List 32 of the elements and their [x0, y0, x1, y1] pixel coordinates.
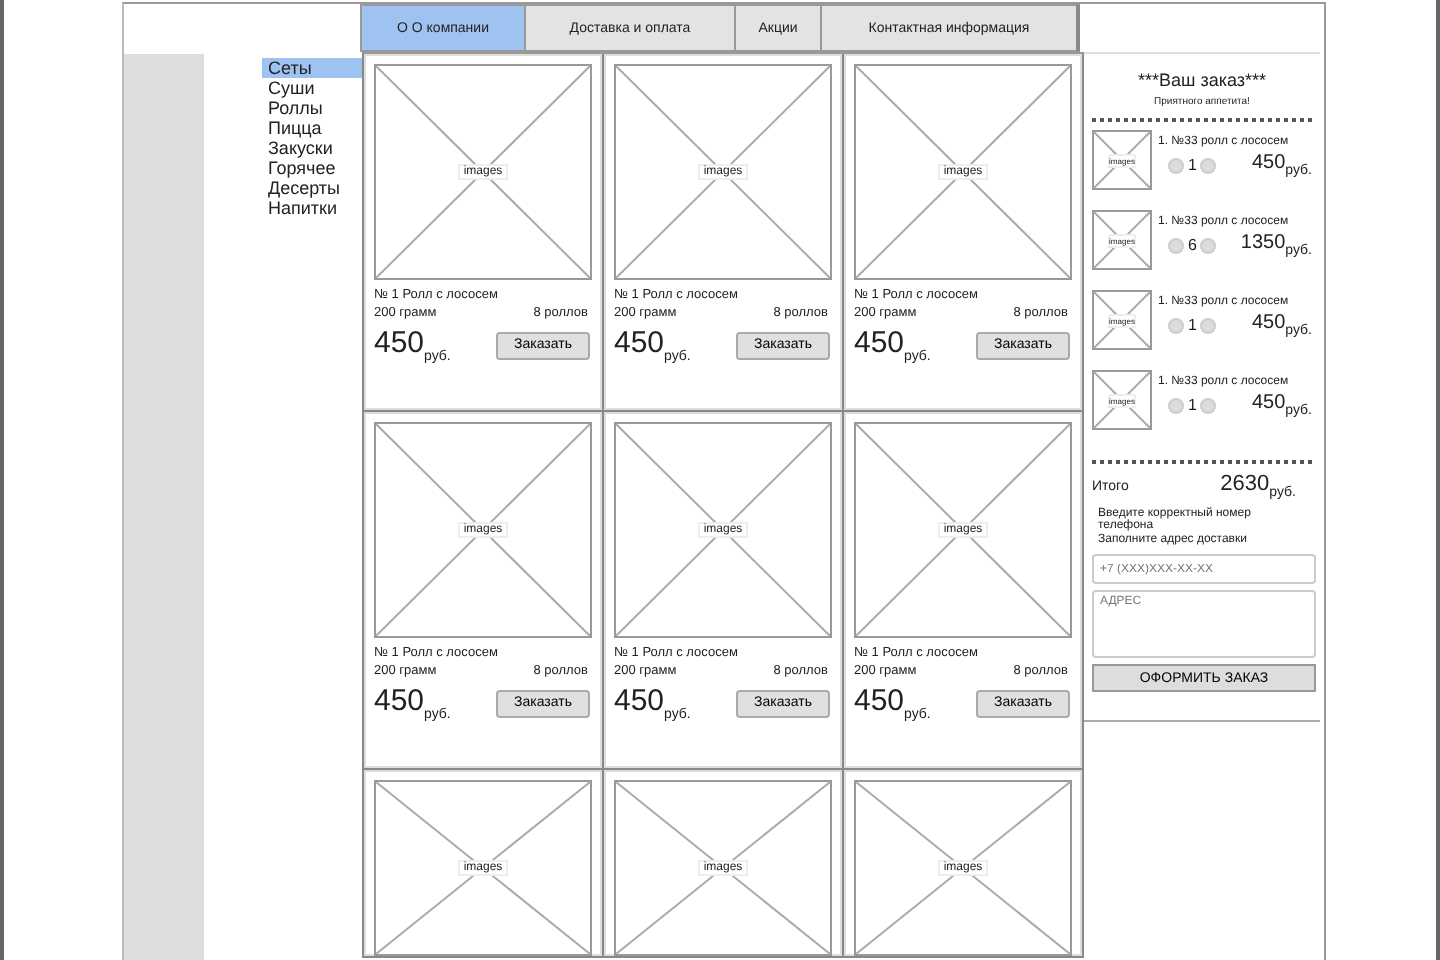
minus-button[interactable] [1168, 157, 1184, 173]
order-item-price: 450$_{руб.}$ [1251, 152, 1312, 178]
category-item[interactable]: Горячее [262, 158, 362, 178]
plus-button[interactable] [1200, 157, 1217, 173]
minus-button[interactable] [1168, 397, 1184, 413]
product-price: 450$_{руб.}$ [854, 326, 931, 364]
product-price: 450$_{руб.}$ [374, 684, 451, 722]
quantity: 1 [1188, 156, 1197, 174]
total-amount: 2630$_{руб.}$ [1220, 472, 1298, 501]
order-item-price: 450$_{руб.}$ [1251, 312, 1312, 338]
category-item[interactable]: Роллы [262, 98, 362, 118]
category-item[interactable]: Напитки [262, 198, 362, 218]
minus-button[interactable] [1168, 317, 1184, 333]
order-item-price: 450$_{руб.}$ [1251, 392, 1312, 418]
quantity: 6 [1188, 236, 1197, 254]
category-item[interactable]: Десерты [262, 178, 362, 198]
quantity: 1 [1188, 396, 1197, 414]
order-title: ***Ваш заказ*** [1135, 70, 1269, 90]
quantity: 1 [1188, 316, 1197, 334]
category-item[interactable]: Суши [262, 78, 362, 98]
category-item[interactable]: Сеты [262, 58, 362, 78]
order-item-price: 1350$_{руб.}$ [1240, 232, 1312, 258]
plus-button[interactable] [1200, 397, 1217, 413]
category-item[interactable]: Закуски [262, 138, 362, 158]
plus-button[interactable] [1200, 317, 1217, 333]
minus-button[interactable] [1168, 237, 1184, 253]
product-price: 450$_{руб.}$ [374, 326, 451, 364]
product-price: 450$_{руб.}$ [854, 684, 931, 722]
product-price: 450$_{руб.}$ [614, 684, 691, 722]
category-item[interactable]: Пицца [262, 118, 362, 138]
plus-button[interactable] [1200, 237, 1217, 253]
product-price: 450$_{руб.}$ [614, 326, 691, 364]
